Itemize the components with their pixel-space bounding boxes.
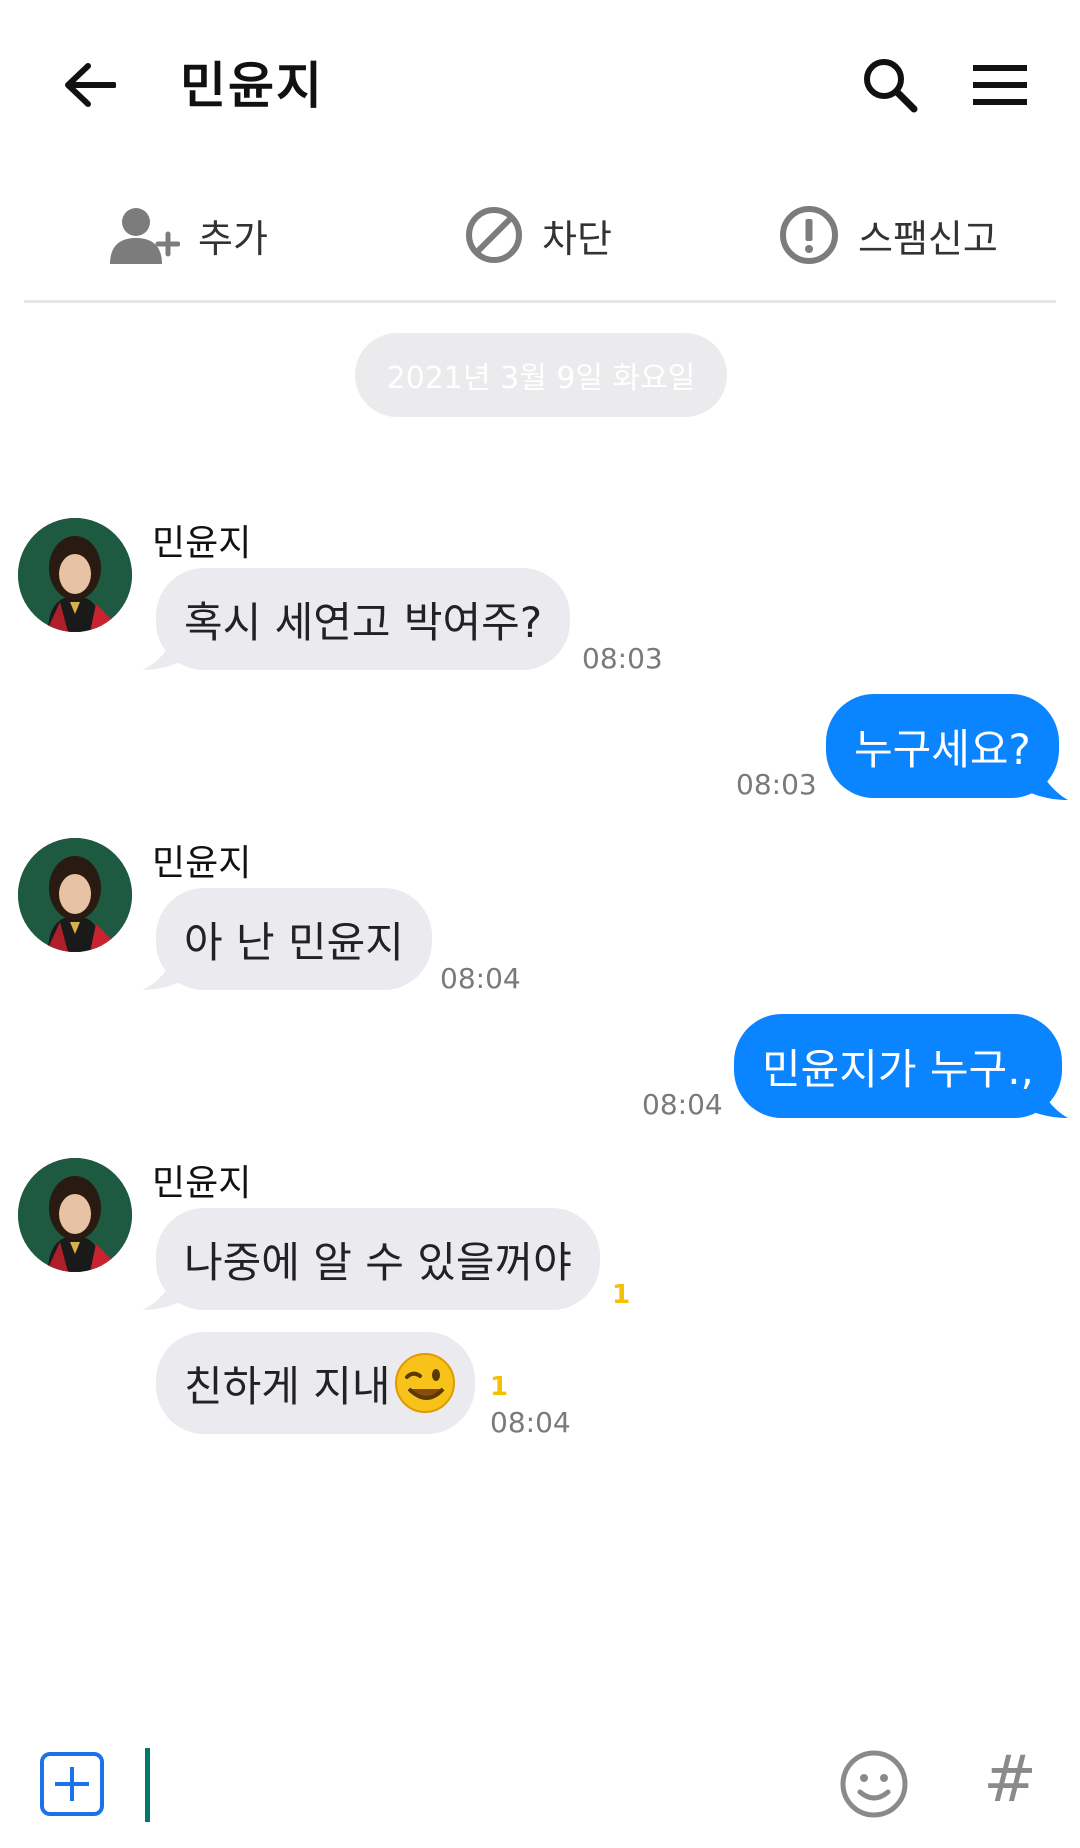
message-bubble-incoming[interactable]: 친하게 지내 xyxy=(156,1332,475,1434)
smiley-icon xyxy=(840,1750,908,1818)
message-input-cursor[interactable] xyxy=(145,1748,150,1822)
hashtag-icon: # xyxy=(983,1743,1037,1817)
unread-count: 1 xyxy=(490,1372,509,1402)
spam-label: 스팸신고 xyxy=(858,216,998,261)
menu-button[interactable] xyxy=(950,40,1050,130)
add-label: 추가 xyxy=(198,216,268,261)
block-button[interactable]: 차단 xyxy=(464,190,612,280)
divider xyxy=(24,300,1056,303)
date-separator: 2021년 3월 9일 화요일 xyxy=(355,333,727,417)
plus-icon xyxy=(55,1767,89,1801)
unread-count: 1 xyxy=(612,1280,631,1310)
sender-name: 민윤지 xyxy=(152,1163,252,1204)
top-bar: 민윤지 xyxy=(0,0,1080,170)
chat-title: 민윤지 xyxy=(180,57,324,115)
avatar[interactable] xyxy=(18,518,132,632)
add-friend-button[interactable]: 추가 xyxy=(108,190,268,280)
avatar[interactable] xyxy=(18,1158,132,1272)
report-spam-button[interactable]: 스팸신고 xyxy=(778,190,998,280)
block-label: 차단 xyxy=(542,216,612,261)
attach-button[interactable] xyxy=(40,1752,104,1816)
block-icon xyxy=(466,207,522,263)
message-bubble-outgoing[interactable]: 누구세요? xyxy=(826,694,1059,798)
hamburger-menu-icon xyxy=(973,65,1027,105)
profile-photo xyxy=(18,1158,132,1272)
avatar[interactable] xyxy=(18,838,132,952)
message-time: 08:03 xyxy=(582,642,663,675)
message-bubble-incoming[interactable]: 아 난 민윤지 xyxy=(156,888,432,990)
emoji-button[interactable] xyxy=(838,1748,910,1820)
message-time: 08:04 xyxy=(490,1406,571,1439)
sender-name: 민윤지 xyxy=(152,843,252,884)
profile-photo xyxy=(18,518,132,632)
message-time: 08:04 xyxy=(642,1088,723,1121)
profile-photo xyxy=(18,838,132,952)
message-bubble-incoming[interactable]: 혹시 세연고 박여주? xyxy=(156,568,571,670)
search-button[interactable] xyxy=(840,40,940,130)
winking-face-icon xyxy=(394,1353,455,1413)
message-time: 08:03 xyxy=(736,768,817,801)
arrow-left-icon xyxy=(65,63,116,107)
message-text: 친하게 지내 xyxy=(184,1361,391,1411)
message-bubble-incoming[interactable]: 나중에 알 수 있을꺼야 xyxy=(156,1208,600,1310)
search-icon xyxy=(864,59,918,113)
sender-name: 민윤지 xyxy=(152,523,252,564)
back-button[interactable] xyxy=(40,40,140,130)
warning-icon xyxy=(780,206,838,264)
message-bubble-outgoing[interactable]: 민윤지가 누구., xyxy=(734,1014,1062,1118)
message-time: 08:04 xyxy=(440,962,521,995)
hashtag-button[interactable]: # xyxy=(975,1740,1045,1820)
add-person-icon xyxy=(110,208,180,264)
